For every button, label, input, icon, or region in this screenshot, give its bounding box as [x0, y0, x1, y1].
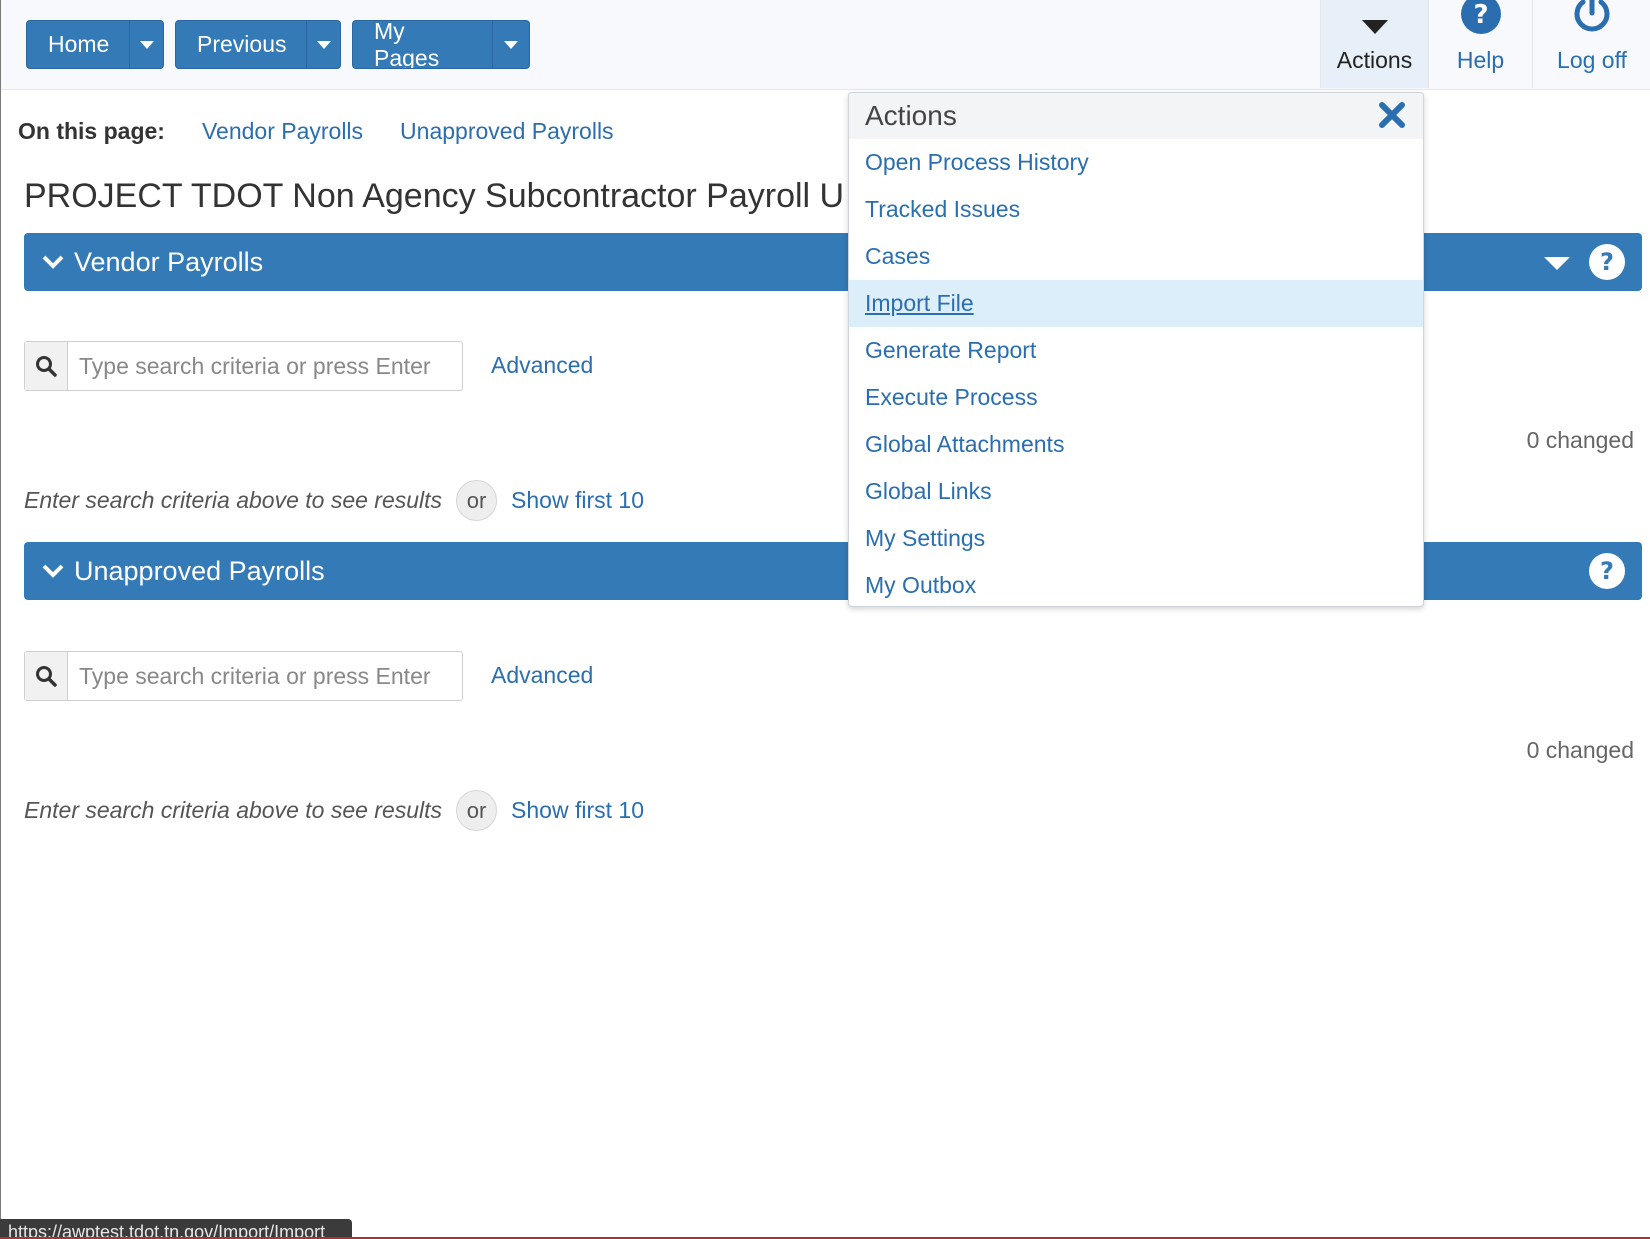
menu-item-my-outbox[interactable]: My Outbox — [849, 562, 1423, 609]
unapproved-payrolls-search — [24, 651, 463, 701]
mypages-dropdown-toggle[interactable] — [491, 21, 529, 68]
changed-count: 0 changed — [1526, 427, 1634, 453]
mypages-button[interactable]: My Pages — [353, 21, 492, 68]
previous-button-group: Previous — [175, 20, 341, 69]
menu-item-generate-report[interactable]: Generate Report — [849, 327, 1423, 374]
menu-item-tracked-issues[interactable]: Tracked Issues — [849, 186, 1423, 233]
svg-text:?: ? — [1600, 557, 1614, 585]
page-title: PROJECT TDOT Non Agency Subcontractor Pa… — [24, 177, 845, 215]
svg-text:?: ? — [1473, 0, 1488, 30]
actions-menu-title: Actions — [865, 100, 957, 131]
previous-button[interactable]: Previous — [176, 21, 306, 68]
menu-item-global-attachments[interactable]: Global Attachments — [849, 421, 1423, 468]
vendor-payrolls-search — [24, 341, 463, 391]
menu-item-import-file[interactable]: Import File — [849, 280, 1423, 327]
previous-dropdown-toggle[interactable] — [306, 21, 340, 68]
hint-text: Enter search criteria above to see resul… — [24, 797, 443, 823]
search-icon[interactable] — [25, 652, 68, 700]
help-button[interactable]: ? Help — [1429, 0, 1532, 88]
hint-text: Enter search criteria above to see resul… — [24, 487, 443, 513]
chevron-down-icon — [42, 254, 64, 270]
search-hint: Enter search criteria above to see resul… — [24, 480, 644, 521]
on-this-page-label: On this page: — [18, 118, 165, 144]
advanced-search-link[interactable]: Advanced — [491, 352, 593, 379]
menu-item-global-links[interactable]: Global Links — [849, 468, 1423, 515]
home-dropdown-toggle[interactable] — [129, 21, 163, 68]
search-icon[interactable] — [25, 342, 68, 390]
menu-item-execute-process[interactable]: Execute Process — [849, 374, 1423, 421]
actions-dropdown-menu: Actions Open Process History Tracked Iss… — [848, 92, 1424, 607]
question-circle-icon[interactable]: ? — [1588, 552, 1626, 595]
changed-count: 0 changed — [1526, 737, 1634, 763]
chevron-down-icon — [316, 40, 331, 49]
logoff-button[interactable]: Log off — [1533, 0, 1650, 88]
on-this-page-nav: On this page: Vendor Payrolls Unapproved… — [18, 118, 651, 145]
top-navigation-bar: Home Previous My Pages Actions ? Help Lo… — [1, 0, 1650, 90]
home-button-group: Home — [26, 20, 164, 69]
panel-title: Vendor Payrolls — [74, 246, 264, 277]
search-hint: Enter search criteria above to see resul… — [24, 790, 644, 831]
chevron-down-icon — [139, 40, 154, 49]
menu-item-my-settings[interactable]: My Settings — [849, 515, 1423, 562]
logoff-label: Log off — [1557, 47, 1627, 73]
advanced-search-link[interactable]: Advanced — [491, 662, 593, 689]
help-label: Help — [1456, 47, 1505, 73]
question-circle-icon: ? — [1460, 0, 1502, 41]
caret-down-icon — [1361, 14, 1389, 41]
close-icon[interactable] — [1379, 102, 1405, 135]
question-circle-icon[interactable]: ? — [1588, 243, 1626, 286]
menu-item-open-process-history[interactable]: Open Process History — [849, 139, 1423, 186]
show-first-10-link[interactable]: Show first 10 — [511, 487, 644, 514]
chevron-down-icon — [42, 563, 64, 579]
menu-item-cases[interactable]: Cases — [849, 233, 1423, 280]
search-input[interactable] — [68, 342, 462, 390]
power-icon — [1571, 0, 1613, 41]
actions-button[interactable]: Actions — [1321, 0, 1428, 88]
or-badge: or — [456, 790, 498, 831]
or-badge: or — [456, 480, 498, 521]
svg-text:?: ? — [1600, 248, 1614, 276]
show-first-10-link[interactable]: Show first 10 — [511, 797, 644, 824]
status-bar-url: https://awptest.tdot.tn.gov/Import/Impor… — [0, 1219, 352, 1239]
home-button[interactable]: Home — [27, 21, 129, 68]
window-left-border — [0, 0, 1, 1239]
panel-title: Unapproved Payrolls — [74, 555, 325, 586]
search-input[interactable] — [68, 652, 462, 700]
mypages-button-group: My Pages — [352, 20, 530, 69]
jump-link-unapproved-payrolls[interactable]: Unapproved Payrolls — [400, 118, 614, 145]
panel-menu-caret-icon[interactable] — [1544, 257, 1570, 270]
actions-label: Actions — [1336, 47, 1413, 73]
jump-link-vendor-payrolls[interactable]: Vendor Payrolls — [202, 118, 363, 145]
chevron-down-icon — [503, 40, 518, 49]
actions-menu-header: Actions — [849, 93, 1423, 139]
